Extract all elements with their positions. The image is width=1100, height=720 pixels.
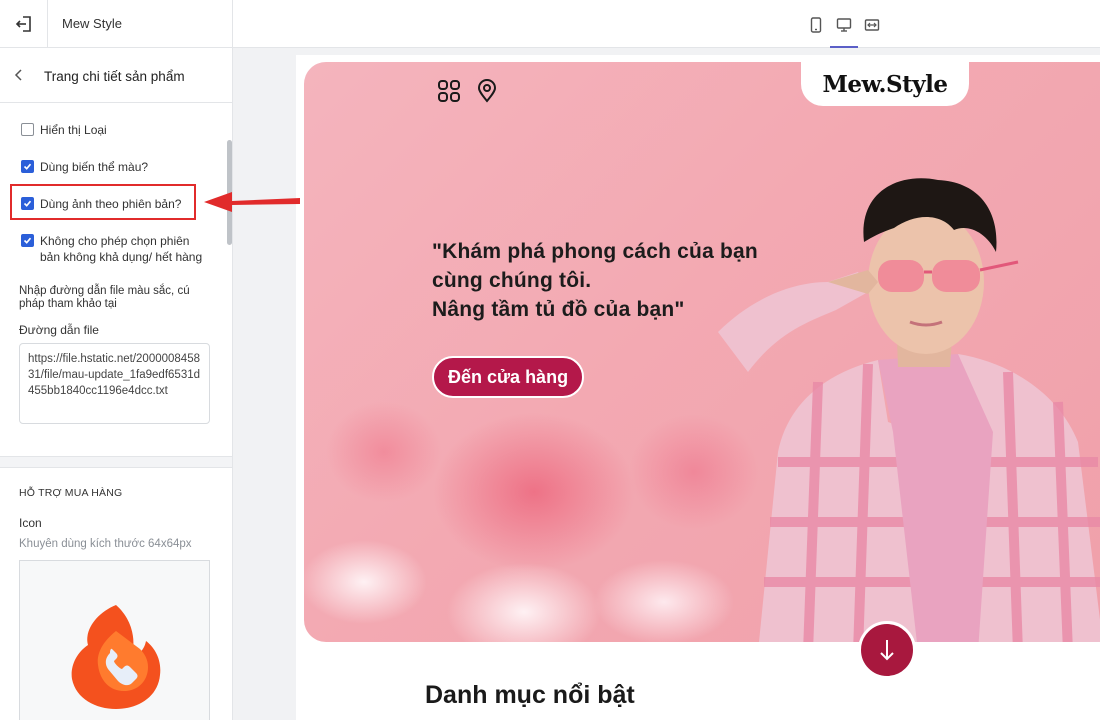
file-help-text: Nhập đường dẫn file màu sắc, cú pháp tha… (19, 285, 190, 310)
topbar-divider (232, 0, 233, 48)
option-label: Dùng biến thể màu? (40, 160, 149, 174)
featured-categories-heading: Danh mục nổi bật (425, 681, 635, 709)
grid-icon[interactable] (436, 78, 462, 104)
hero-banner: Mew.Style "Khám phá phong cách của bạn c… (304, 62, 1100, 642)
flame-phone-icon (71, 605, 161, 709)
view-mobile-button[interactable] (802, 10, 830, 40)
hero-quote: "Khám phá phong cách của bạn cùng chúng … (432, 237, 812, 324)
rose-cloud-graphic (304, 362, 784, 642)
hero-line: Nâng tầm tủ đồ của bạn" (432, 298, 685, 321)
checkbox-checked[interactable] (21, 160, 34, 173)
scroll-down-button[interactable] (858, 621, 916, 679)
sidebar-header: Trang chi tiết sản phẩm (0, 48, 232, 103)
view-fullwidth-button[interactable] (858, 10, 886, 40)
sidebar-title: Trang chi tiết sản phẩm (44, 69, 185, 84)
exit-icon (15, 16, 31, 32)
option-label: Không cho phép chọn phiên bản không khả … (40, 234, 203, 264)
hero-line: "Khám phá phong cách của bạn (432, 240, 758, 263)
annotation-highlight-box (10, 184, 196, 220)
top-bar: Mew Style (0, 0, 1100, 48)
view-desktop-button[interactable] (830, 10, 858, 48)
support-section-title: HỖ TRỢ MUA HÀNG (19, 487, 123, 499)
model-photo (718, 178, 1100, 642)
settings-sidebar: Trang chi tiết sản phẩm Hiển thị Loại Dù… (0, 48, 233, 720)
chevron-left-icon[interactable] (14, 69, 24, 81)
icon-size-hint: Khuyên dùng kích thước 64x64px (19, 538, 192, 550)
site-preview: Mew.Style "Khám phá phong cách của bạn c… (296, 55, 1100, 720)
location-pin-icon[interactable] (474, 78, 500, 104)
icon-upload-box[interactable] (19, 560, 210, 720)
desktop-icon (836, 18, 852, 32)
exit-button[interactable] (0, 0, 48, 48)
file-path-input[interactable]: https://file.hstatic.net/200000845831/fi… (19, 343, 210, 424)
option-label: Hiển thị Loại (40, 123, 107, 137)
checkbox-unchecked[interactable] (21, 123, 34, 136)
section-divider (0, 456, 232, 468)
site-logo[interactable]: Mew.Style (801, 62, 969, 106)
check-icon (23, 237, 32, 244)
file-path-label: Đường dẫn file (19, 323, 99, 337)
icon-field-label: Icon (19, 516, 42, 530)
option-show-type[interactable]: Hiển thị Loại (21, 122, 107, 138)
go-to-shop-button[interactable]: Đến cửa hàng (432, 356, 585, 398)
hero-line: cùng chúng tôi. (432, 269, 592, 292)
option-disable-unavailable[interactable]: Không cho phép chọn phiên bản không khả … (21, 233, 211, 265)
logo-text: Mew.Style (822, 70, 948, 98)
checkbox-checked[interactable] (21, 234, 34, 247)
fullwidth-icon (864, 19, 880, 31)
arrow-down-icon (880, 640, 894, 661)
option-color-variant[interactable]: Dùng biến thể màu? (21, 159, 148, 175)
annotation-arrow-icon (204, 192, 300, 212)
mobile-icon (810, 17, 822, 33)
app-title: Mew Style (62, 16, 122, 31)
check-icon (23, 163, 32, 170)
